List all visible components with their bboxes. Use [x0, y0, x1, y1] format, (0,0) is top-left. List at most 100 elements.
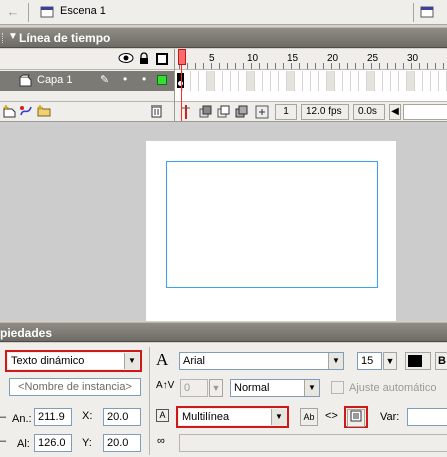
frame-cell[interactable]: [343, 71, 351, 91]
frame-cell[interactable]: [207, 71, 215, 91]
frame-cell[interactable]: [287, 71, 295, 91]
frame-cell[interactable]: [311, 71, 319, 91]
playhead[interactable]: [178, 49, 186, 121]
frame-cell[interactable]: [215, 71, 223, 91]
frame-cell[interactable]: [319, 71, 327, 91]
text-color-swatch[interactable]: [405, 352, 431, 370]
layer-name[interactable]: Capa 1: [37, 74, 72, 86]
grip-icon[interactable]: [2, 33, 4, 43]
frame-cell[interactable]: [423, 71, 431, 91]
frame-cell[interactable]: [223, 71, 231, 91]
dynamic-text-field[interactable]: [166, 161, 378, 288]
back-arrow-icon[interactable]: ←: [4, 4, 22, 20]
eye-icon[interactable]: [118, 52, 134, 67]
show-border-button[interactable]: [347, 409, 365, 427]
collapse-arrow-icon[interactable]: ▼: [8, 31, 18, 42]
timeline-panel-header[interactable]: ▼ Línea de tiempo: [0, 27, 447, 48]
frame-ruler[interactable]: 1 5 10 15 20 25 30: [175, 49, 447, 70]
var-input[interactable]: [407, 408, 447, 426]
line-type-select[interactable]: Multilínea ▼: [179, 409, 286, 425]
chevron-down-icon[interactable]: ▼: [328, 353, 343, 369]
onion-skin-icon[interactable]: [199, 105, 213, 121]
html-render-icon[interactable]: <>: [325, 410, 338, 422]
frame-cell[interactable]: [255, 71, 263, 91]
letter-spacing-input[interactable]: 0: [180, 379, 208, 397]
y-input[interactable]: 20.0: [103, 434, 141, 452]
height-input[interactable]: 126.0: [34, 434, 72, 452]
baseline-select[interactable]: Normal ▼: [230, 379, 320, 397]
ruler-tick: [347, 63, 348, 69]
frame-cell[interactable]: [431, 71, 439, 91]
chevron-down-icon[interactable]: ▼: [304, 380, 319, 396]
frame-cell[interactable]: [367, 71, 375, 91]
frame-cell[interactable]: [407, 71, 415, 91]
frame-cell[interactable]: [279, 71, 287, 91]
frame-cell[interactable]: [231, 71, 239, 91]
add-motion-guide-icon[interactable]: [19, 104, 33, 121]
align-icon[interactable]: A: [156, 409, 169, 422]
visibility-dot-icon[interactable]: •: [123, 72, 127, 86]
font-size-input[interactable]: 15: [357, 352, 382, 370]
horizontal-scrollbar[interactable]: [403, 104, 447, 120]
frame-cell[interactable]: [383, 71, 391, 91]
frame-cell[interactable]: [327, 71, 335, 91]
frame-cell[interactable]: [439, 71, 447, 91]
modify-onion-markers-icon[interactable]: [255, 105, 269, 121]
frame-rate[interactable]: 12.0 fps: [301, 104, 349, 120]
chevron-down-icon[interactable]: ▼: [271, 409, 286, 425]
frame-cell[interactable]: [359, 71, 367, 91]
ruler-tick: [275, 63, 276, 69]
frame-cell[interactable]: [247, 71, 255, 91]
frame-cell[interactable]: [191, 71, 199, 91]
frame-cell[interactable]: [199, 71, 207, 91]
playhead-handle[interactable]: [178, 49, 186, 65]
outline-icon[interactable]: [156, 53, 168, 65]
stage-workspace[interactable]: [0, 121, 447, 321]
frame-cell[interactable]: [335, 71, 343, 91]
frame-cell[interactable]: [295, 71, 303, 91]
layer-buttons-bar: [0, 101, 174, 121]
chevron-down-icon[interactable]: ▼: [383, 352, 397, 370]
font-select[interactable]: Arial ▼: [179, 352, 344, 370]
width-input[interactable]: 211.9: [34, 408, 72, 426]
ruler-tick: [291, 63, 292, 69]
lock-scale-icon[interactable]: –: [0, 435, 6, 447]
frame-cell[interactable]: [183, 71, 191, 91]
frame-cell[interactable]: [415, 71, 423, 91]
scroll-left-button[interactable]: ◀: [389, 104, 401, 120]
chevron-down-icon[interactable]: ▼: [124, 353, 139, 369]
layer-color-swatch[interactable]: [157, 75, 167, 85]
url-input[interactable]: [179, 434, 447, 452]
x-input[interactable]: 20.0: [103, 408, 141, 426]
lock-icon[interactable]: [138, 52, 150, 68]
frame-cell[interactable]: [399, 71, 407, 91]
bold-button[interactable]: B: [435, 352, 447, 370]
stage-canvas[interactable]: [146, 141, 396, 321]
onion-skin-outlines-icon[interactable]: [217, 105, 231, 121]
frame-cell[interactable]: [271, 71, 279, 91]
properties-panel-header[interactable]: piedades: [0, 322, 447, 342]
edit-multiple-frames-icon[interactable]: [235, 105, 249, 121]
scene-label[interactable]: Escena 1: [60, 5, 106, 17]
text-type-select[interactable]: Texto dinámico ▼: [8, 353, 139, 369]
instance-name-input[interactable]: <Nombre de instancia>: [9, 378, 141, 396]
lock-scale-icon[interactable]: –: [0, 411, 6, 423]
edit-scene-icon[interactable]: [420, 5, 434, 19]
frame-cell[interactable]: [263, 71, 271, 91]
frame-cell[interactable]: [239, 71, 247, 91]
ruler-number: 30: [407, 53, 419, 64]
insert-folder-icon[interactable]: [37, 104, 51, 121]
auto-kern-checkbox[interactable]: [331, 381, 344, 394]
frame-cell[interactable]: [375, 71, 383, 91]
layer-row[interactable]: Capa 1 ✎ • •: [0, 71, 174, 91]
frame-cell[interactable]: [391, 71, 399, 91]
insert-layer-icon[interactable]: [3, 104, 17, 121]
frame-row[interactable]: [175, 71, 447, 91]
chevron-down-icon[interactable]: ▼: [209, 379, 223, 397]
selectable-text-button[interactable]: Ab: [300, 408, 318, 426]
lock-dot-icon[interactable]: •: [142, 72, 146, 86]
frame-cell[interactable]: [303, 71, 311, 91]
trash-icon[interactable]: [150, 104, 163, 121]
frame-cell[interactable]: [351, 71, 359, 91]
timeline-frames[interactable]: 1 5 10 15 20 25 30 1 12.0 fps 0.0s ◀: [174, 49, 447, 121]
